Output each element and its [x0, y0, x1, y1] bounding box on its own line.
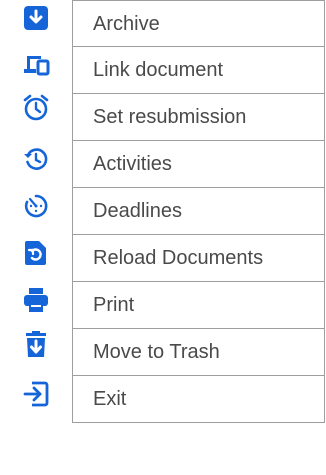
file-reload-icon: [22, 239, 50, 267]
menu-item-label: Deadlines: [72, 188, 325, 235]
context-menu: Archive Link document Set resubmission A…: [0, 0, 325, 475]
devices-link-icon: [22, 51, 50, 79]
menu-item-label: Activities: [72, 141, 325, 188]
menu-item-move-to-trash[interactable]: Move to Trash: [0, 329, 325, 376]
menu-item-set-resubmission[interactable]: Set resubmission: [0, 94, 325, 141]
exit-icon: [22, 380, 50, 408]
menu-item-label: Print: [72, 282, 325, 329]
menu-item-deadlines[interactable]: Deadlines: [0, 188, 325, 235]
menu-item-label: Reload Documents: [72, 235, 325, 282]
menu-item-link-document[interactable]: Link document: [0, 47, 325, 94]
menu-item-exit[interactable]: Exit: [0, 376, 325, 475]
menu-item-label: Move to Trash: [72, 329, 325, 376]
history-icon: [22, 145, 50, 173]
printer-icon: [22, 286, 50, 314]
menu-item-reload-documents[interactable]: Reload Documents: [0, 235, 325, 282]
menu-item-archive[interactable]: Archive: [0, 0, 325, 47]
trash-download-icon: [22, 331, 50, 359]
timer-icon: [22, 192, 50, 220]
menu-item-print[interactable]: Print: [0, 282, 325, 329]
menu-item-label: Archive: [72, 0, 325, 47]
menu-item-label: Link document: [72, 47, 325, 94]
menu-item-label: Set resubmission: [72, 94, 325, 141]
alarm-clock-icon: [22, 94, 50, 122]
menu-item-activities[interactable]: Activities: [0, 141, 325, 188]
menu-item-label: Exit: [72, 376, 325, 423]
archive-download-icon: [22, 4, 50, 32]
